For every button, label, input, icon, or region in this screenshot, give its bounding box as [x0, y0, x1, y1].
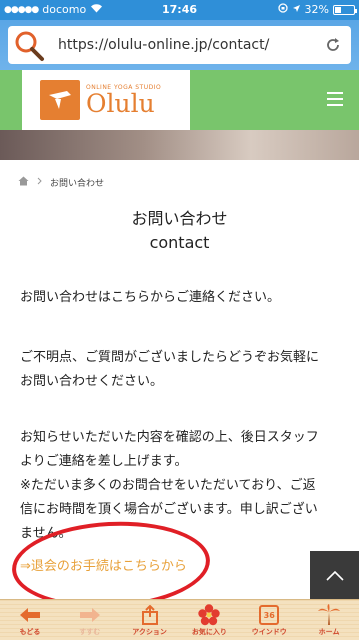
rotation-lock-icon: [277, 3, 288, 16]
page-title: お問い合わせ contact: [0, 207, 359, 255]
action-label: アクション: [132, 628, 167, 636]
page-title-ja: お問い合わせ: [131, 209, 228, 228]
action-button[interactable]: アクション: [120, 600, 180, 640]
notice-line-3: ※ただいま多くのお問合せをいただいており、ご返: [20, 478, 316, 493]
windows-label: ウインドウ: [251, 628, 287, 636]
question-paragraph: ご不明点、ご質問がございましたらどうぞお気軽に お問い合わせください。: [20, 346, 340, 394]
hero-image: [0, 130, 359, 160]
hibiscus-icon: [198, 604, 221, 626]
intro-paragraph: お問い合わせはこちらからご連絡ください。: [20, 286, 340, 310]
scroll-top-button[interactable]: [310, 551, 359, 600]
notice-line-2: よりご連絡を差し上げます。: [20, 454, 188, 469]
browser-toolbar: https://olulu-online.jp/contact/: [0, 20, 359, 70]
battery-icon: [333, 4, 357, 15]
logo-mark-icon: [40, 80, 80, 120]
logo-name: Olulu: [86, 88, 155, 118]
forward-button[interactable]: すすむ: [60, 600, 120, 640]
url-text[interactable]: https://olulu-online.jp/contact/: [52, 37, 315, 53]
favorites-button[interactable]: お気に入り: [179, 600, 239, 640]
home-button[interactable]: ホーム: [299, 600, 359, 640]
intro-line: お問い合わせはこちらからご連絡ください。: [20, 290, 281, 305]
back-arrow-icon: [19, 604, 41, 626]
windows-button[interactable]: 36 ウインドウ: [239, 600, 299, 640]
withdraw-link[interactable]: ⇒退会のお手続はこちらから: [20, 555, 187, 574]
home-icon[interactable]: [18, 176, 29, 189]
breadcrumb-current: お問い合わせ: [50, 179, 105, 189]
forward-label: すすむ: [79, 628, 101, 636]
status-right: 32%: [277, 3, 357, 16]
chevron-up-icon: [325, 570, 344, 581]
browser-bottom-toolbar: もどる すすむ アクション お気に入り 36 ウインドウ ホーム: [0, 599, 359, 640]
breadcrumb: お問い合わせ: [18, 176, 104, 189]
chevron-right-icon: [37, 177, 42, 188]
back-button[interactable]: もどる: [0, 600, 60, 640]
reload-icon[interactable]: [315, 26, 351, 64]
search-icon[interactable]: [8, 26, 52, 64]
question-line-1: ご不明点、ご質問がございましたらどうぞお気軽に: [20, 350, 320, 365]
menu-icon[interactable]: [327, 92, 343, 106]
favorites-label: お気に入り: [191, 628, 227, 636]
palm-tree-icon: [317, 604, 341, 626]
address-bar[interactable]: https://olulu-online.jp/contact/: [8, 26, 351, 64]
location-icon: [292, 3, 301, 16]
share-icon: [141, 604, 159, 626]
windows-icon: 36: [258, 604, 280, 626]
site-logo[interactable]: ONLINE YOGA STUDIO Olulu: [22, 70, 190, 130]
site-header: ONLINE YOGA STUDIO Olulu: [0, 70, 359, 130]
windows-count: 36: [263, 610, 275, 620]
back-label: もどる: [19, 628, 41, 636]
page-title-en: contact: [149, 233, 210, 252]
question-line-2: お問い合わせください。: [20, 374, 164, 389]
forward-arrow-icon: [79, 604, 101, 626]
status-bar: ●●●●● docomo 17:46 32%: [0, 0, 359, 20]
battery-percent: 32%: [304, 3, 329, 16]
notice-line-1: お知らせいただいた内容を確認の上、後日スタッフ: [20, 430, 319, 445]
notice-line-4: 信にお時間を頂く場合がございます。申し訳ござい: [20, 502, 318, 517]
home-label: ホーム: [318, 628, 340, 636]
